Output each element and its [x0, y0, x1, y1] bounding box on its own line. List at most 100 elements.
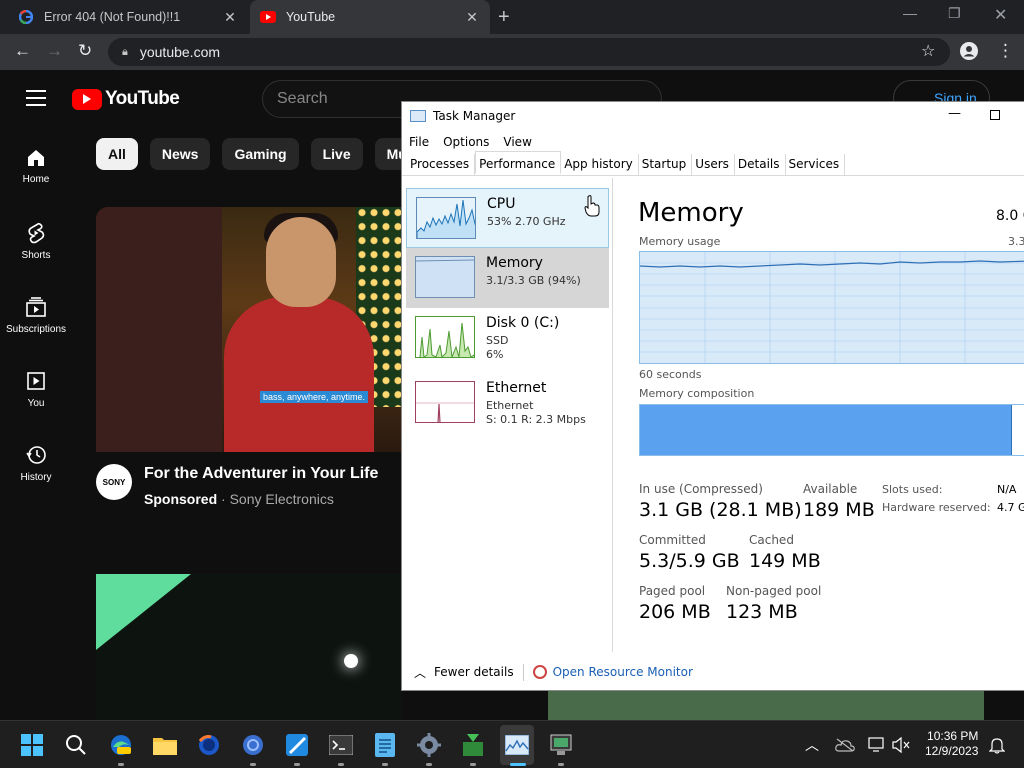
open-resource-monitor-link[interactable]: Open Resource Monitor — [532, 665, 693, 679]
chrome-icon[interactable] — [241, 733, 265, 757]
resource-memory[interactable]: Memory 3.1/3.3 GB (94%) — [406, 248, 609, 308]
resource-ethernet[interactable]: Ethernet Ethernet S: 0.1 R: 2.3 Mbps — [406, 373, 609, 433]
star-icon[interactable]: ☆ — [921, 41, 935, 61]
you-icon — [27, 372, 45, 390]
stat-in-use: In use (Compressed) 3.1 GB (28.1 MB) — [639, 482, 802, 521]
tab-details[interactable]: Details — [735, 154, 786, 176]
tab-performance[interactable]: Performance — [475, 151, 562, 174]
edge-beta-icon[interactable] — [109, 733, 133, 757]
close-icon[interactable]: ✕ — [994, 5, 1007, 25]
tab-title: YouTube — [286, 10, 336, 24]
close-icon[interactable]: ✕ — [222, 9, 238, 26]
restore-icon[interactable]: ❐ — [948, 5, 961, 22]
video-thumbnail[interactable] — [96, 574, 401, 720]
memory-total: 8.0 G — [996, 208, 1024, 224]
youtube-play-icon — [72, 88, 102, 110]
onedrive-offline-icon[interactable] — [833, 733, 857, 757]
memory-thumbnail-graph — [415, 256, 475, 298]
kebab-menu-icon[interactable]: ⋮ — [997, 41, 1014, 61]
profile-icon[interactable] — [960, 42, 978, 65]
fewer-details-button[interactable]: ︿ Fewer details — [414, 663, 524, 681]
tab-services[interactable]: Services — [786, 154, 846, 176]
page-title: Memory — [638, 198, 744, 228]
channel-name[interactable]: Sony Electronics — [230, 491, 334, 507]
url-text: youtube.com — [139, 44, 221, 60]
sidebar-item-you[interactable]: You — [0, 362, 72, 436]
google-g-icon — [18, 9, 34, 25]
task-manager-icon — [410, 110, 426, 122]
cpu-thumbnail-graph — [416, 197, 476, 239]
back-arrow-icon[interactable]: ← — [14, 41, 31, 61]
new-tab-button[interactable]: + — [498, 6, 510, 29]
firefox-icon[interactable] — [197, 733, 221, 757]
filter-chips: All News Gaming Live Mus — [96, 138, 427, 170]
close-icon[interactable]: ✕ — [464, 9, 480, 26]
tab-users[interactable]: Users — [692, 154, 735, 176]
stat-committed: Committed 5.3/5.9 GB — [639, 533, 740, 572]
network-icon[interactable] — [866, 733, 890, 757]
menu-file[interactable]: File — [409, 135, 429, 149]
tab-processes[interactable]: Processes — [407, 154, 476, 176]
forward-arrow-icon[interactable]: → — [46, 41, 63, 61]
paint-icon[interactable] — [285, 733, 309, 757]
video-thumbnail[interactable] — [548, 690, 984, 720]
settings-gear-icon[interactable] — [417, 733, 441, 757]
notepad-icon[interactable] — [373, 733, 397, 757]
resource-list: CPU 53% 2.70 GHz Memory 3.1/3.3 GB (94%)… — [402, 178, 613, 652]
hamburger-menu-icon[interactable] — [26, 90, 46, 111]
youtube-logo[interactable]: YouTube — [72, 88, 180, 110]
minimize-icon[interactable]: — — [903, 5, 917, 21]
computer-management-icon[interactable] — [549, 733, 573, 757]
maximize-icon[interactable] — [990, 110, 1000, 120]
tab-startup[interactable]: Startup — [639, 154, 693, 176]
tab-error-404[interactable]: Error 404 (Not Found)!!1 ✕ — [8, 0, 248, 34]
task-manager-footer: ︿ Fewer details Open Resource Monitor — [402, 652, 1024, 692]
shorts-icon — [28, 222, 45, 244]
tab-app-history[interactable]: App history — [561, 154, 639, 176]
chevron-up-icon[interactable]: ︿ — [800, 733, 824, 757]
stat-cached: Cached 149 MB — [749, 533, 821, 572]
youtube-icon — [260, 9, 276, 25]
lock-icon: 🔒︎ — [122, 45, 128, 58]
resource-cpu[interactable]: CPU 53% 2.70 GHz — [406, 188, 609, 248]
terminal-icon[interactable] — [329, 733, 353, 757]
tab-youtube[interactable]: YouTube ✕ — [250, 0, 490, 34]
minimize-icon[interactable]: — — [948, 106, 961, 121]
installer-icon[interactable] — [461, 733, 485, 757]
windows-start-icon[interactable] — [20, 733, 44, 757]
disk-thumbnail-graph — [415, 316, 475, 358]
sponsored-label: Sponsored — [144, 491, 218, 507]
sidebar-item-home[interactable]: Home — [0, 140, 72, 214]
task-manager-window: Task Manager — File Options View Process… — [401, 101, 1024, 691]
menu-options[interactable]: Options — [443, 135, 489, 149]
chip-live[interactable]: Live — [310, 138, 363, 170]
video-title[interactable]: For the Adventurer in Your Life — [144, 465, 378, 483]
reload-icon[interactable]: ↻ — [78, 41, 92, 61]
tab-bar: Processes Performance App history Startu… — [402, 151, 1024, 176]
subscriptions-icon — [26, 297, 46, 317]
stat-paged-pool: Paged pool 206 MB — [639, 584, 711, 623]
notification-bell-icon[interactable] — [985, 733, 1009, 757]
chip-all[interactable]: All — [96, 138, 138, 170]
sidebar-item-subscriptions[interactable]: Subscriptions — [0, 288, 72, 362]
menu-view[interactable]: View — [503, 135, 531, 149]
video-thumbnail[interactable]: bass, anywhere, anytime. — [96, 207, 401, 452]
home-icon — [28, 150, 44, 166]
history-icon — [26, 446, 46, 464]
browser-toolbar: ← → ↻ 🔒︎ youtube.com ☆ ⋮ — [0, 34, 1024, 70]
memory-composition-bar — [639, 404, 1024, 456]
system-clock[interactable]: 10:36 PM 12/9/2023 — [925, 729, 978, 759]
chip-news[interactable]: News — [149, 138, 211, 170]
title-bar[interactable]: Task Manager — [402, 102, 1024, 130]
task-manager-icon[interactable] — [505, 733, 529, 757]
address-bar[interactable]: 🔒︎ youtube.com — [108, 38, 950, 66]
sidebar-item-shorts[interactable]: Shorts — [0, 214, 72, 288]
chip-gaming[interactable]: Gaming — [222, 138, 299, 170]
search-icon[interactable] — [64, 733, 88, 757]
sidebar-item-history[interactable]: History — [0, 436, 72, 510]
volume-muted-icon[interactable] — [889, 733, 913, 757]
file-explorer-icon[interactable] — [153, 733, 177, 757]
avatar[interactable]: SONY — [96, 464, 132, 500]
stat-available: Available 189 MB — [803, 482, 875, 521]
resource-disk[interactable]: Disk 0 (C:) SSD 6% — [406, 308, 609, 368]
